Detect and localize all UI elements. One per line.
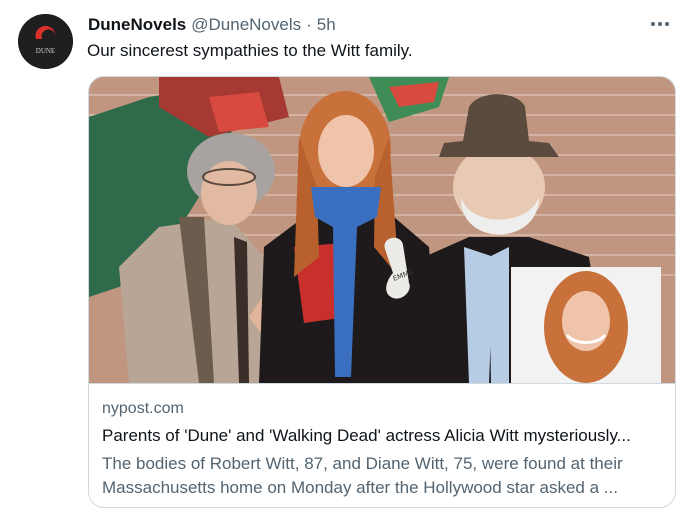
dune-logo-icon: DUNE	[18, 14, 73, 69]
link-card[interactable]: EMMA nypost.com Parents of 'Dune' and 'W…	[88, 76, 676, 508]
card-image[interactable]: EMMA	[89, 77, 675, 383]
card-description-line-2: Massachusetts home on Monday after the H…	[102, 478, 618, 497]
avatar[interactable]: DUNE	[18, 14, 73, 69]
card-description-line-1: The bodies of Robert Witt, 87, and Diane…	[102, 454, 623, 473]
more-horizontal-icon	[651, 22, 669, 26]
card-description: The bodies of Robert Witt, 87, and Diane…	[102, 452, 668, 500]
card-title: Parents of 'Dune' and 'Walking Dead' act…	[102, 426, 631, 445]
card-info[interactable]: nypost.com Parents of 'Dune' and 'Walkin…	[89, 383, 675, 507]
tweet-text: Our sincerest sympathies to the Witt fam…	[87, 41, 413, 60]
article-photo: EMMA	[89, 77, 675, 383]
tweet-time[interactable]: 5h	[317, 15, 336, 35]
tweet-header: DuneNovels @DuneNovels · 5h	[88, 14, 336, 36]
separator-dot: ·	[306, 15, 312, 34]
card-domain: nypost.com	[102, 400, 184, 417]
tweet[interactable]: DUNE DuneNovels @DuneNovels · 5h Our sin…	[0, 0, 696, 516]
author-name[interactable]: DuneNovels	[88, 15, 186, 35]
author-handle[interactable]: @DuneNovels	[191, 15, 301, 35]
avatar-logo-text: DUNE	[36, 47, 55, 55]
more-options-button[interactable]	[646, 12, 674, 36]
